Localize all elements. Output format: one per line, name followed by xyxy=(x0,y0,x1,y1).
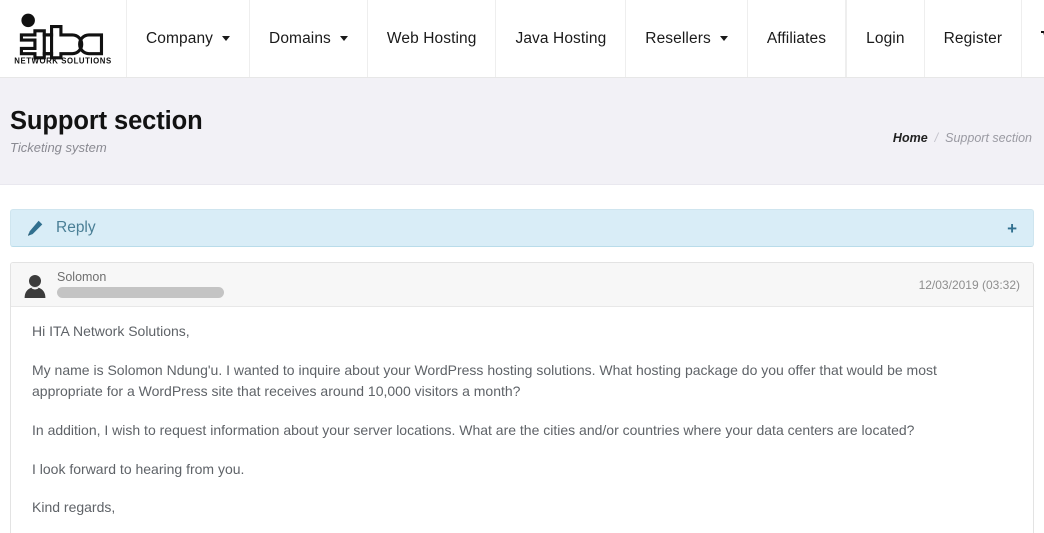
nav-item-java-hosting-label: Java Hosting xyxy=(515,29,607,47)
cart-button[interactable]: (0) xyxy=(1022,0,1044,77)
user-avatar-icon xyxy=(24,272,46,298)
nav-item-company-label: Company xyxy=(146,29,214,47)
ticket-message-card: Solomon 12/03/2019 (03:32) Hi ITA Networ… xyxy=(10,262,1034,533)
page-subtitle: Ticketing system xyxy=(10,139,107,155)
chevron-down-icon xyxy=(719,36,728,41)
page-header-text: Support section Ticketing system xyxy=(10,107,203,156)
message-paragraph: My name is Solomon Ndung'u. I wanted to … xyxy=(32,361,937,400)
nav-item-web-hosting-label: Web Hosting xyxy=(386,29,477,47)
page-title: Support section xyxy=(10,106,203,135)
navbar-account-items: Login Register (0) xyxy=(847,0,1044,77)
message-paragraph: Kind regards, xyxy=(32,499,116,516)
brand-logo-link[interactable]: NETWORK SOLUTIONS xyxy=(0,0,127,77)
svg-text:NETWORK SOLUTIONS: NETWORK SOLUTIONS xyxy=(14,57,111,66)
breadcrumb-separator: / xyxy=(934,131,939,145)
ticket-message-header: Solomon 12/03/2019 (03:32) xyxy=(11,263,1033,307)
reply-label: Reply xyxy=(56,219,96,236)
message-paragraph: I look forward to hearing from you. xyxy=(32,460,245,477)
message-email-redacted xyxy=(57,286,224,298)
chevron-down-icon xyxy=(339,36,348,41)
navbar-primary-items: Company Domains Web Hosting Java Hosting… xyxy=(127,0,847,77)
message-paragraph: Hi ITA Network Solutions, xyxy=(32,323,190,339)
nav-item-domains-label: Domains xyxy=(269,29,331,47)
nav-item-resellers-label: Resellers xyxy=(645,29,711,47)
register-link[interactable]: Register xyxy=(925,0,1023,77)
reply-panel-label-group: Reply xyxy=(27,219,96,237)
breadcrumb: Home / Support section xyxy=(893,131,1034,145)
ticket-message-identity: Solomon xyxy=(57,271,224,298)
nav-item-affiliates[interactable]: Affiliates xyxy=(748,0,847,77)
ticket-message-body: Hi ITA Network Solutions, My name is Sol… xyxy=(11,307,1033,533)
nav-item-java-hosting[interactable]: Java Hosting xyxy=(496,0,627,77)
nav-item-web-hosting[interactable]: Web Hosting xyxy=(368,0,497,77)
message-timestamp: 12/03/2019 (03:32) xyxy=(918,277,1020,292)
ita-network-solutions-logo: NETWORK SOLUTIONS xyxy=(11,11,115,66)
message-username: Solomon xyxy=(57,270,107,285)
nav-item-affiliates-label: Affiliates xyxy=(766,29,827,47)
nav-item-company[interactable]: Company xyxy=(127,0,251,77)
reply-panel-toggle[interactable]: Reply + xyxy=(10,209,1034,247)
plus-icon[interactable]: + xyxy=(1007,220,1017,237)
message-paragraph: In addition, I wish to request informati… xyxy=(32,422,915,439)
register-label: Register xyxy=(943,29,1003,47)
breadcrumb-home-link[interactable]: Home xyxy=(893,131,928,145)
login-link[interactable]: Login xyxy=(847,0,925,77)
breadcrumb-current: Support section xyxy=(945,131,1032,145)
login-label: Login xyxy=(866,29,905,47)
pencil-icon xyxy=(27,220,43,236)
nav-item-resellers[interactable]: Resellers xyxy=(626,0,748,77)
nav-item-domains[interactable]: Domains xyxy=(250,0,368,77)
page-content: Reply + Solomon 12/03/2019 (03:32) Hi IT… xyxy=(0,185,1044,533)
chevron-down-icon xyxy=(222,36,231,41)
page-header-band: Support section Ticketing system Home / … xyxy=(0,78,1044,185)
main-navbar: NETWORK SOLUTIONS Company Domains Web Ho… xyxy=(0,0,1044,78)
